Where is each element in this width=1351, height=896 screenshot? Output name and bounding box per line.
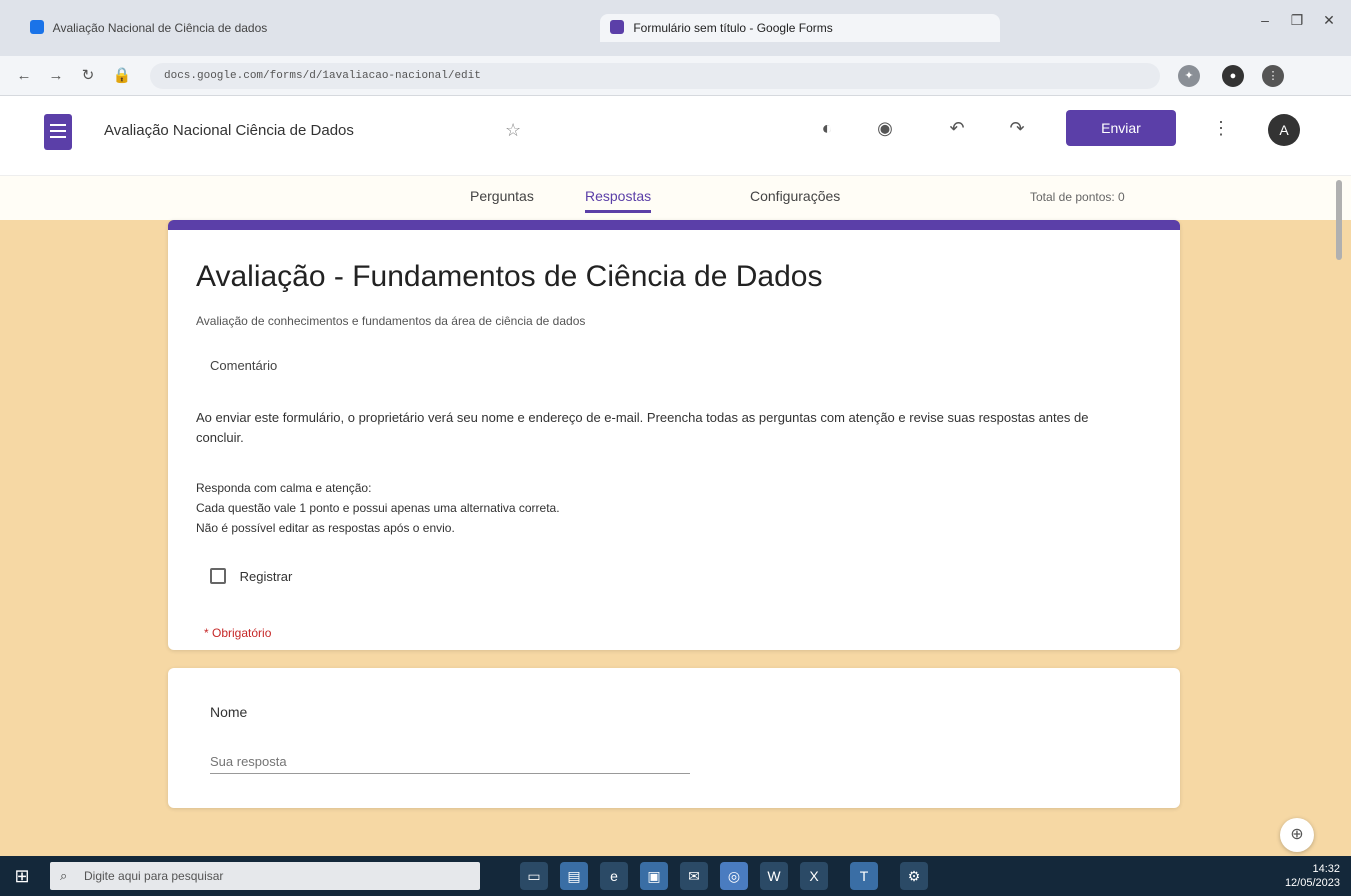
- task-view-icon[interactable]: ▭: [520, 862, 548, 890]
- browser-tab-label: Avaliação Nacional de Ciência de dados: [52, 21, 268, 35]
- mail-icon[interactable]: ✉: [680, 862, 708, 890]
- menu-kebab-icon[interactable]: ⋮: [1262, 65, 1284, 87]
- maximize-button[interactable]: ❐: [1282, 12, 1312, 29]
- windows-start-icon[interactable]: ⊞: [10, 864, 34, 888]
- system-tray-clock[interactable]: 14:32 12/05/2023: [1200, 862, 1340, 890]
- forms-logo-icon: [44, 114, 72, 150]
- word-icon[interactable]: W: [760, 862, 788, 890]
- browser-tab-label: Formulário sem título - Google Forms: [633, 21, 833, 35]
- store-icon[interactable]: ▣: [640, 862, 668, 890]
- close-window-button[interactable]: ✕: [1314, 12, 1344, 29]
- question-label: Nome: [210, 704, 248, 720]
- avatar[interactable]: A: [1268, 114, 1300, 146]
- forms-favicon-icon: [610, 20, 624, 34]
- taskbar-search-input[interactable]: ⌕ Digite aqui para pesquisar: [50, 862, 480, 890]
- address-bar-area: ← → ↻ 🔒 docs.google.com/forms/d/1avaliac…: [0, 56, 1351, 96]
- browser-tab-2[interactable]: Formulário sem título - Google Forms: [600, 14, 1000, 42]
- forms-header: Avaliação Nacional Ciência de Dados ☆ ◐ …: [0, 96, 1351, 176]
- form-description[interactable]: Avaliação de conhecimentos e fundamentos…: [196, 314, 585, 328]
- more-options-icon[interactable]: ⋮: [1212, 118, 1230, 139]
- form-intro-paragraph: Ao enviar este formulário, o proprietári…: [196, 410, 1089, 445]
- file-explorer-icon[interactable]: ▤: [560, 862, 588, 890]
- minimize-button[interactable]: –: [1250, 12, 1280, 28]
- excel-icon[interactable]: X: [800, 862, 828, 890]
- browser-tab-bar: Avaliação Nacional de Ciência de dados F…: [0, 0, 1351, 56]
- taskbar-search-placeholder: Digite aqui para pesquisar: [84, 869, 224, 883]
- form-title[interactable]: Avaliação - Fundamentos de Ciência de Da…: [196, 260, 822, 294]
- chrome-icon[interactable]: ◎: [720, 862, 748, 890]
- scrollbar-thumb[interactable]: [1336, 180, 1342, 260]
- add-question-icon[interactable]: ⊕: [1280, 818, 1314, 852]
- instructions-line: Não é possível editar as respostas após …: [196, 521, 455, 535]
- doc-title[interactable]: Avaliação Nacional Ciência de Dados: [104, 122, 354, 139]
- forward-arrow-icon[interactable]: →: [44, 64, 68, 88]
- record-email-option[interactable]: Registrar: [210, 568, 292, 584]
- url-input[interactable]: docs.google.com/forms/d/1avaliacao-nacio…: [150, 63, 1160, 89]
- search-icon: ⌕: [60, 868, 68, 883]
- back-arrow-icon[interactable]: ←: [12, 64, 36, 88]
- scrollbar[interactable]: [1334, 176, 1344, 856]
- required-indicator: * Obrigatório: [204, 626, 272, 640]
- teams-icon[interactable]: T: [850, 862, 878, 890]
- preview-eye-icon[interactable]: ◉: [872, 118, 898, 139]
- instructions-line: Cada questão vale 1 ponto e possui apena…: [196, 501, 560, 515]
- instructions-line: Responda com calma e atenção:: [196, 481, 372, 495]
- palette-icon[interactable]: ◐: [814, 118, 840, 139]
- profile-icon[interactable]: ●: [1222, 65, 1244, 87]
- star-icon[interactable]: ☆: [505, 120, 521, 141]
- tab-responses[interactable]: Respostas: [585, 188, 652, 213]
- question-card[interactable]: Nome: [168, 668, 1180, 808]
- extension-icon[interactable]: ✦: [1178, 65, 1200, 87]
- clock-date: 12/05/2023: [1284, 877, 1340, 889]
- tab-questions[interactable]: Perguntas: [470, 188, 534, 204]
- undo-icon[interactable]: ↶: [944, 118, 970, 139]
- instructions-note: Responda com calma e atenção: Cada quest…: [196, 478, 560, 538]
- comment-label: Comentário: [210, 358, 278, 373]
- redo-icon[interactable]: ↷: [1004, 118, 1030, 139]
- clock-time: 14:32: [1312, 863, 1340, 875]
- answer-input[interactable]: [210, 750, 690, 774]
- site-favicon-icon: [30, 20, 44, 34]
- edge-icon[interactable]: e: [600, 862, 628, 890]
- os-taskbar: ⊞ ⌕ Digite aqui para pesquisar ▭ ▤ e ▣ ✉…: [0, 856, 1351, 896]
- points-total: Total de pontos: 0: [1030, 190, 1125, 204]
- lock-icon: 🔒: [112, 67, 132, 84]
- record-checkbox[interactable]: [210, 568, 226, 584]
- form-section-tabs: Perguntas Respostas Configurações Total …: [0, 176, 1351, 220]
- send-button[interactable]: Enviar: [1066, 110, 1176, 146]
- form-header-card: Avaliação - Fundamentos de Ciência de Da…: [168, 220, 1180, 650]
- record-label: Registrar: [239, 569, 293, 584]
- reload-icon[interactable]: ↻: [76, 64, 100, 88]
- tab-settings[interactable]: Configurações: [750, 188, 840, 204]
- browser-tab-1[interactable]: Avaliação Nacional de Ciência de dados: [20, 14, 440, 42]
- settings-gear-icon[interactable]: ⚙: [900, 862, 928, 890]
